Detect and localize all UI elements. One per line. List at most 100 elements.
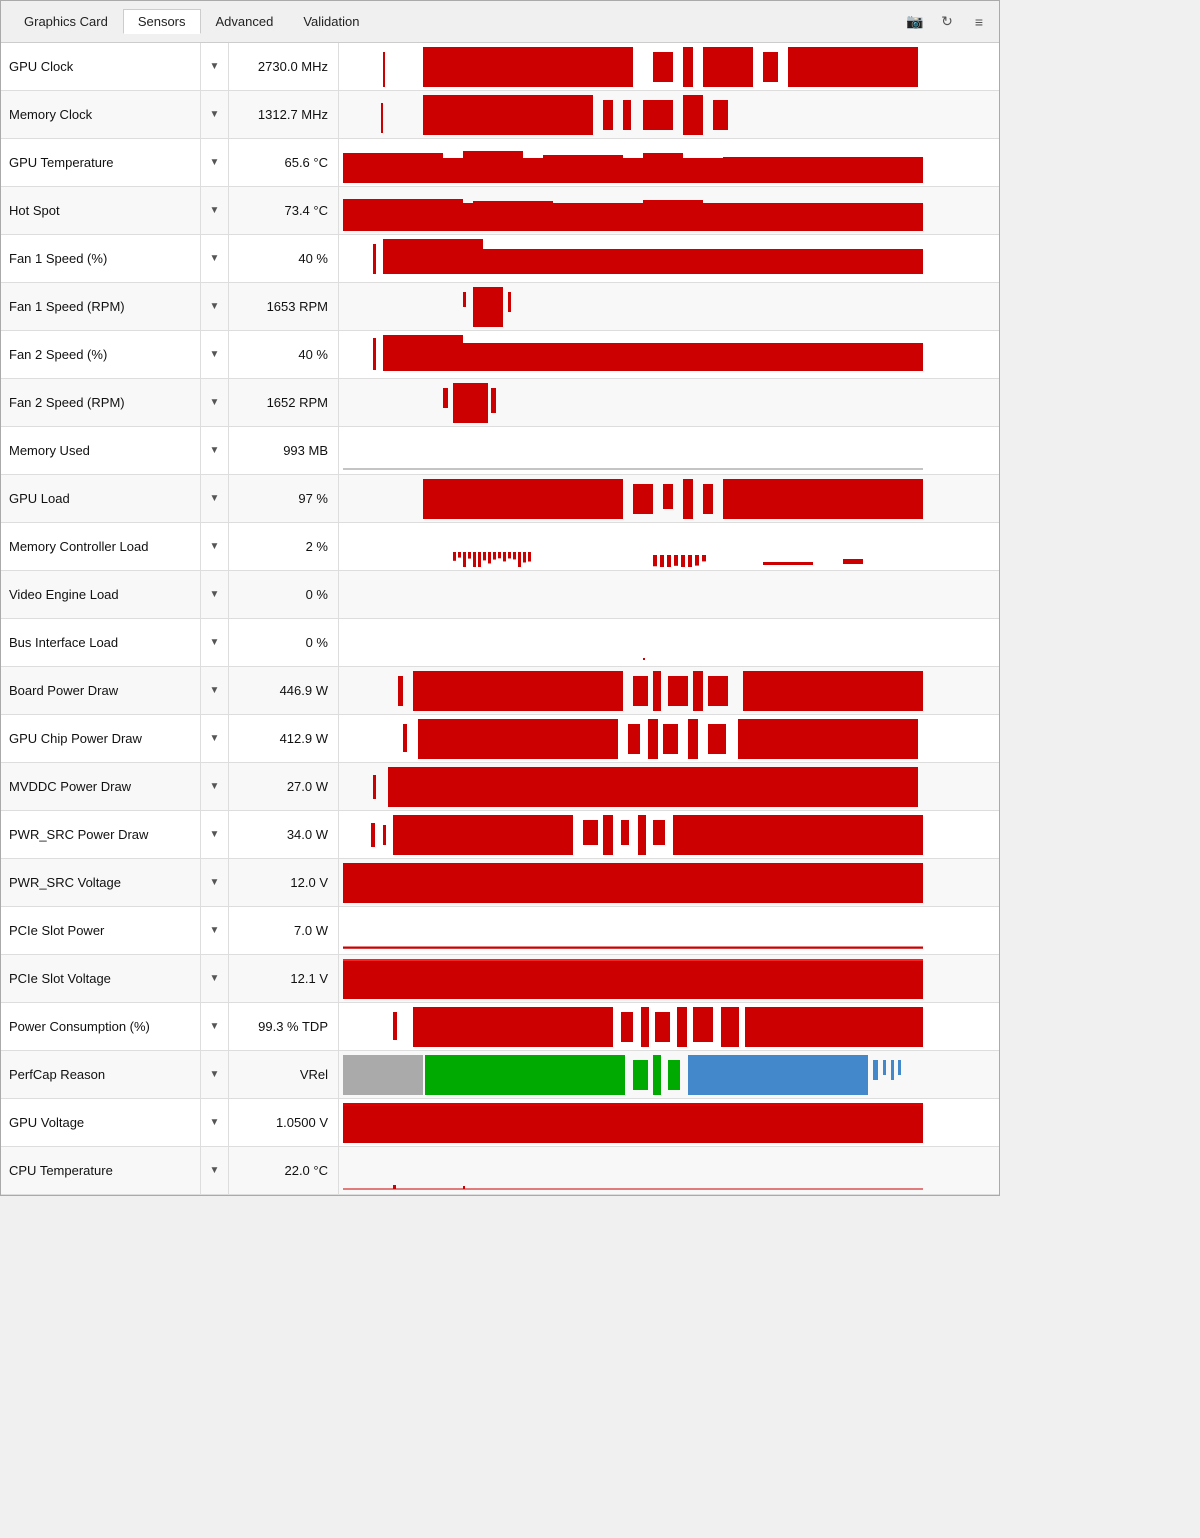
sensor-dropdown-button[interactable]: ▼: [201, 1099, 229, 1146]
sensor-name-label: Video Engine Load: [1, 571, 201, 618]
menu-icon[interactable]: ≡: [967, 10, 991, 34]
sensor-dropdown-button[interactable]: ▼: [201, 1147, 229, 1194]
sensor-value-label: 412.9 W: [229, 715, 339, 762]
sensor-dropdown-button[interactable]: ▼: [201, 475, 229, 522]
sensor-name-label: PWR_SRC Power Draw: [1, 811, 201, 858]
sensor-value-label: 1.0500 V: [229, 1099, 339, 1146]
sensor-value-label: 12.0 V: [229, 859, 339, 906]
sensor-name-label: GPU Chip Power Draw: [1, 715, 201, 762]
refresh-icon[interactable]: ↻: [935, 10, 959, 34]
sensor-row: Video Engine Load▼0 %: [1, 571, 999, 619]
sensor-row: Memory Controller Load▼2 %: [1, 523, 999, 571]
sensor-graph: [339, 1003, 999, 1050]
sensor-name-label: GPU Load: [1, 475, 201, 522]
sensor-value-label: 40 %: [229, 235, 339, 282]
sensor-row: GPU Load▼97 %: [1, 475, 999, 523]
sensor-graph: [339, 907, 999, 954]
sensor-dropdown-button[interactable]: ▼: [201, 235, 229, 282]
sensor-name-label: Memory Controller Load: [1, 523, 201, 570]
sensor-dropdown-button[interactable]: ▼: [201, 1051, 229, 1098]
sensor-value-label: 7.0 W: [229, 907, 339, 954]
sensor-dropdown-button[interactable]: ▼: [201, 667, 229, 714]
sensor-row: GPU Temperature▼65.6 °C: [1, 139, 999, 187]
sensor-value-label: 446.9 W: [229, 667, 339, 714]
main-window: Graphics Card Sensors Advanced Validatio…: [0, 0, 1000, 1196]
sensor-dropdown-button[interactable]: ▼: [201, 1003, 229, 1050]
sensor-value-label: 0 %: [229, 571, 339, 618]
sensor-dropdown-button[interactable]: ▼: [201, 571, 229, 618]
sensor-row: PCIe Slot Voltage▼12.1 V: [1, 955, 999, 1003]
sensor-name-label: PCIe Slot Voltage: [1, 955, 201, 1002]
sensor-name-label: CPU Temperature: [1, 1147, 201, 1194]
sensor-graph: [339, 763, 999, 810]
sensor-row: GPU Chip Power Draw▼412.9 W: [1, 715, 999, 763]
sensor-dropdown-button[interactable]: ▼: [201, 763, 229, 810]
sensor-row: GPU Clock▼2730.0 MHz: [1, 43, 999, 91]
sensor-name-label: GPU Voltage: [1, 1099, 201, 1146]
sensor-name-label: Fan 2 Speed (RPM): [1, 379, 201, 426]
sensor-value-label: 73.4 °C: [229, 187, 339, 234]
sensor-graph: [339, 139, 999, 186]
sensor-value-label: 12.1 V: [229, 955, 339, 1002]
tab-sensors[interactable]: Sensors: [123, 9, 201, 34]
title-bar: Graphics Card Sensors Advanced Validatio…: [1, 1, 999, 43]
sensor-row: PWR_SRC Power Draw▼34.0 W: [1, 811, 999, 859]
sensor-dropdown-button[interactable]: ▼: [201, 859, 229, 906]
sensor-row: GPU Voltage▼1.0500 V: [1, 1099, 999, 1147]
sensor-graph: [339, 187, 999, 234]
sensor-row: MVDDC Power Draw▼27.0 W: [1, 763, 999, 811]
sensor-graph: [339, 91, 999, 138]
sensor-row: PerfCap Reason▼VRel: [1, 1051, 999, 1099]
sensor-graph: [339, 619, 999, 666]
sensor-dropdown-button[interactable]: ▼: [201, 139, 229, 186]
sensor-graph: [339, 283, 999, 330]
sensor-name-label: Fan 2 Speed (%): [1, 331, 201, 378]
sensor-name-label: Bus Interface Load: [1, 619, 201, 666]
tab-validation[interactable]: Validation: [288, 9, 374, 34]
sensor-graph: [339, 379, 999, 426]
sensor-name-label: Fan 1 Speed (RPM): [1, 283, 201, 330]
sensor-value-label: 993 MB: [229, 427, 339, 474]
sensor-list: GPU Clock▼2730.0 MHzMemory Clock▼1312.7 …: [1, 43, 999, 1195]
tab-graphics-card[interactable]: Graphics Card: [9, 9, 123, 34]
sensor-graph: [339, 667, 999, 714]
sensor-dropdown-button[interactable]: ▼: [201, 811, 229, 858]
sensor-row: Memory Clock▼1312.7 MHz: [1, 91, 999, 139]
sensor-graph: [339, 811, 999, 858]
sensor-graph: [339, 715, 999, 762]
sensor-dropdown-button[interactable]: ▼: [201, 91, 229, 138]
sensor-row: Fan 1 Speed (%)▼40 %: [1, 235, 999, 283]
camera-icon[interactable]: 📷: [903, 10, 927, 34]
tab-advanced[interactable]: Advanced: [201, 9, 289, 34]
sensor-graph: [339, 571, 999, 618]
sensor-value-label: 27.0 W: [229, 763, 339, 810]
sensor-value-label: VRel: [229, 1051, 339, 1098]
sensor-dropdown-button[interactable]: ▼: [201, 907, 229, 954]
sensor-row: Memory Used▼993 MB: [1, 427, 999, 475]
sensor-graph: [339, 427, 999, 474]
sensor-value-label: 99.3 % TDP: [229, 1003, 339, 1050]
sensor-row: Fan 2 Speed (%)▼40 %: [1, 331, 999, 379]
sensor-row: Fan 2 Speed (RPM)▼1652 RPM: [1, 379, 999, 427]
sensor-graph: [339, 1051, 999, 1098]
sensor-value-label: 22.0 °C: [229, 1147, 339, 1194]
sensor-dropdown-button[interactable]: ▼: [201, 331, 229, 378]
sensor-dropdown-button[interactable]: ▼: [201, 523, 229, 570]
sensor-name-label: PerfCap Reason: [1, 1051, 201, 1098]
sensor-name-label: Fan 1 Speed (%): [1, 235, 201, 282]
sensor-row: CPU Temperature▼22.0 °C: [1, 1147, 999, 1195]
sensor-name-label: GPU Clock: [1, 43, 201, 90]
sensor-dropdown-button[interactable]: ▼: [201, 283, 229, 330]
tab-bar: Graphics Card Sensors Advanced Validatio…: [9, 9, 374, 34]
sensor-value-label: 65.6 °C: [229, 139, 339, 186]
sensor-dropdown-button[interactable]: ▼: [201, 619, 229, 666]
sensor-name-label: Memory Clock: [1, 91, 201, 138]
sensor-dropdown-button[interactable]: ▼: [201, 43, 229, 90]
sensor-dropdown-button[interactable]: ▼: [201, 187, 229, 234]
sensor-dropdown-button[interactable]: ▼: [201, 955, 229, 1002]
sensor-dropdown-button[interactable]: ▼: [201, 427, 229, 474]
sensor-value-label: 2730.0 MHz: [229, 43, 339, 90]
sensor-dropdown-button[interactable]: ▼: [201, 379, 229, 426]
sensor-row: Bus Interface Load▼0 %: [1, 619, 999, 667]
sensor-dropdown-button[interactable]: ▼: [201, 715, 229, 762]
